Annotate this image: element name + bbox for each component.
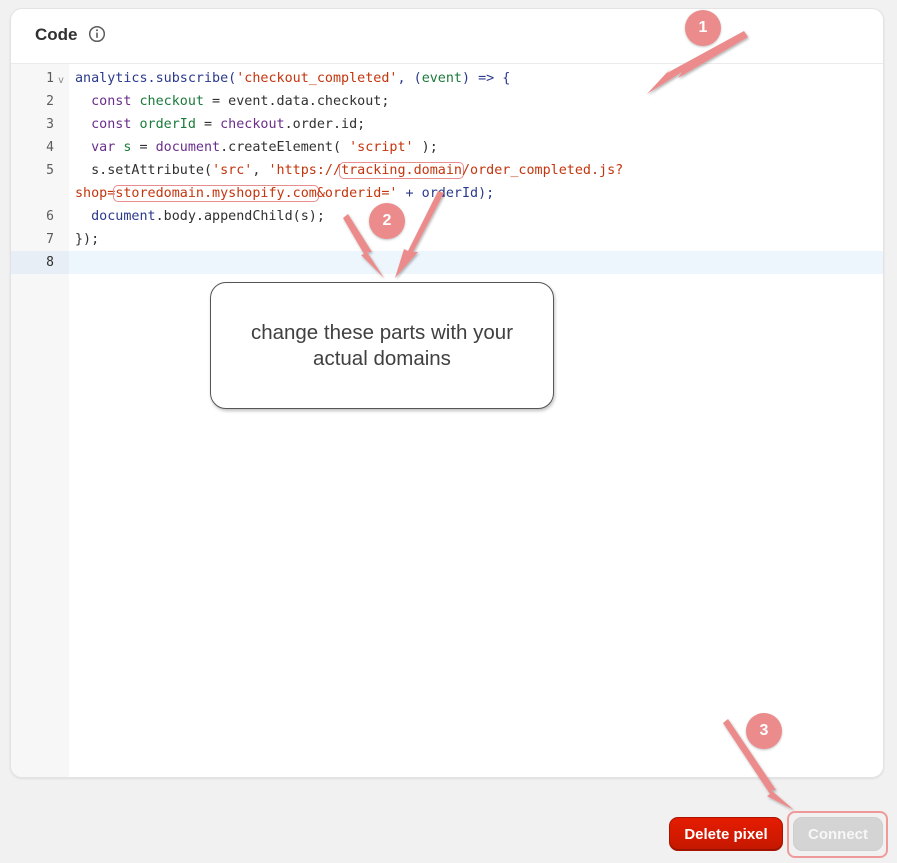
active-line-highlight bbox=[69, 251, 883, 274]
line-number: 6 bbox=[46, 209, 54, 224]
annotation-callout: change these parts with your actual doma… bbox=[210, 282, 554, 409]
line-number: 3 bbox=[46, 117, 54, 132]
code-line-3: const orderId = checkout.order.id; bbox=[75, 117, 366, 132]
tracking-domain-highlight: tracking.domain bbox=[339, 162, 464, 179]
callout-text: change these parts with your actual doma… bbox=[250, 320, 514, 370]
card-title: Code bbox=[35, 25, 78, 44]
line-number: 4 bbox=[46, 140, 54, 155]
line-number: 8 bbox=[46, 255, 54, 270]
line-number: 7 bbox=[46, 232, 54, 247]
code-line-4: var s = document.createElement( 'script'… bbox=[75, 140, 438, 155]
code-line-6: document.body.appendChild(s); bbox=[75, 209, 325, 224]
store-domain-highlight: storedomain.myshopify.com bbox=[113, 185, 319, 202]
code-line-1: analytics.subscribe('checkout_completed'… bbox=[75, 71, 511, 86]
line-number: 2 bbox=[46, 94, 54, 109]
fold-toggle-icon[interactable]: v bbox=[58, 75, 64, 86]
card-header: Code bbox=[11, 9, 883, 64]
code-editor[interactable]: 1 v 2 3 4 5 6 7 8 analytics.subscribe('c… bbox=[11, 64, 883, 777]
code-line-2: const checkout = event.data.checkout; bbox=[75, 94, 390, 109]
connect-button[interactable]: Connect bbox=[793, 817, 883, 851]
code-line-5-wrap: shop=storedomain.myshopify.com&orderid='… bbox=[75, 185, 495, 202]
step-badge-2: 2 bbox=[369, 203, 405, 239]
code-line-5: s.setAttribute('src', 'https://tracking.… bbox=[75, 162, 624, 179]
code-line-7: }); bbox=[75, 232, 100, 247]
line-number: 1 bbox=[46, 71, 54, 86]
step-badge-1: 1 bbox=[685, 10, 721, 46]
step-badge-3: 3 bbox=[746, 713, 782, 749]
line-number: 5 bbox=[46, 163, 54, 178]
info-icon[interactable] bbox=[88, 25, 106, 43]
delete-pixel-button[interactable]: Delete pixel bbox=[669, 817, 783, 851]
